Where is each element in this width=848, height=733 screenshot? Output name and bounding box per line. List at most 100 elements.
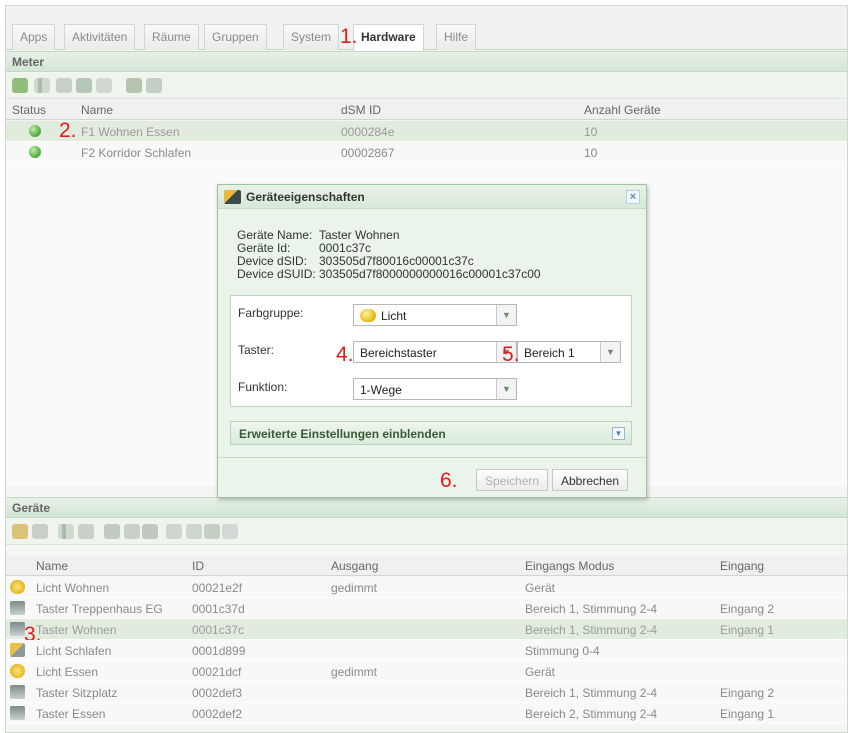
annotation-marker-1: 1. [340, 25, 358, 48]
switch-icon [10, 706, 25, 720]
meter-count: 10 [584, 125, 598, 139]
device-ausgang: gedimmt [331, 581, 378, 595]
signal-icon[interactable] [58, 524, 74, 539]
meter-row[interactable]: F1 Wohnen Essen 0000284e 10 [6, 121, 847, 142]
device-row[interactable]: Taster Sitzplatz 0002def3 Bereich 1, Sti… [6, 682, 847, 703]
settings-icon[interactable] [78, 524, 94, 539]
search-icon[interactable] [96, 78, 112, 93]
tab-system[interactable]: System [283, 24, 340, 50]
device-row[interactable]: Licht Essen 00021dcf gedimmt Gerät [6, 661, 847, 682]
funktion-select[interactable]: 1-Wege ▼ [353, 378, 517, 400]
main-tabs: Apps Aktivitäten Räume Gruppen System Ha… [6, 6, 847, 51]
device-row[interactable]: Licht Wohnen 00021e2f gedimmt Gerät [6, 577, 847, 598]
switch-icon [10, 685, 25, 699]
chevron-down-icon[interactable]: ▼ [496, 305, 516, 325]
tab-hilfe[interactable]: Hilfe [436, 24, 477, 50]
device-eingang: Eingang 2 [720, 686, 775, 700]
advanced-settings-toggle[interactable]: Erweiterte Einstellungen einblenden ▼ [230, 421, 632, 445]
chevron-down-icon[interactable]: ▼ [496, 379, 516, 399]
cancel-button[interactable]: Abbrechen [552, 469, 629, 491]
col-name[interactable]: Name [36, 559, 68, 573]
bereich-value: Bereich 1 [524, 346, 575, 360]
tab-apps[interactable]: Apps [12, 24, 56, 50]
tag-icon[interactable] [32, 524, 48, 539]
device-row[interactable]: Taster Essen 0002def2 Bereich 2, Stimmun… [6, 703, 847, 724]
folder-icon[interactable] [186, 524, 202, 539]
device-name: Licht Essen [36, 665, 99, 679]
meter-dsm-id: 0000284e [341, 125, 395, 139]
geraete-panel-title: Geräte [6, 497, 847, 518]
meter-name: F2 Korridor Schlafen [81, 146, 192, 160]
col-id[interactable]: ID [192, 559, 204, 573]
dialog-titlebar[interactable]: Geräteeigenschaften × [218, 185, 646, 209]
annotation-marker-5: 5. [502, 343, 520, 366]
info-value: 303505d7f80016c00001c37c [319, 254, 474, 268]
advanced-label: Erweiterte Einstellungen einblenden [239, 427, 446, 441]
light-icon [10, 580, 25, 594]
meter-dsm-id: 00002867 [341, 146, 395, 160]
settings-icon[interactable] [56, 78, 72, 93]
device-row[interactable]: Licht Schlafen 0001d899 Stimmung 0-4 [6, 640, 847, 661]
device-id: 0002def2 [192, 707, 243, 721]
device-name: Taster Wohnen [36, 623, 117, 637]
transfer-icon[interactable] [76, 78, 92, 93]
device-row-selected[interactable]: Taster Wohnen 0001c37c Bereich 1, Stimmu… [6, 619, 847, 640]
device-ausgang: gedimmt [331, 665, 378, 679]
settings-fieldset: Farbgruppe: Licht ▼ Taster: Bereichstast… [230, 295, 632, 407]
edit-meter-icon[interactable] [126, 78, 142, 93]
export-icon[interactable] [204, 524, 220, 539]
meter-grid-header: Status Name dSM ID Anzahl Geräte [6, 100, 847, 120]
device-eingang: Eingang 2 [720, 602, 775, 616]
device-name: Taster Essen [36, 707, 106, 721]
col-anzahl[interactable]: Anzahl Geräte [584, 103, 661, 117]
meter-toolbar [6, 73, 847, 99]
funktion-label: Funktion: [238, 380, 288, 394]
device-id: 0001c37c [192, 623, 245, 637]
meter-count: 10 [584, 146, 598, 160]
taster-value: Bereichstaster [360, 346, 437, 360]
switch-icon [10, 601, 25, 615]
device-id: 0001c37d [192, 602, 245, 616]
tab-aktivitaeten[interactable]: Aktivitäten [64, 24, 136, 50]
funktion-value: 1-Wege [360, 383, 402, 397]
device-row[interactable]: Taster Treppenhaus EG 0001c37d Bereich 1… [6, 598, 847, 619]
info-value: 0001c37c [319, 241, 372, 255]
chart-icon[interactable] [142, 524, 158, 539]
add-meter-icon[interactable] [12, 78, 28, 93]
tab-gruppen[interactable]: Gruppen [204, 24, 267, 50]
device-modus: Bereich 1, Stimmung 2-4 [525, 686, 658, 700]
light-icon[interactable] [12, 524, 28, 539]
col-status[interactable]: Status [12, 103, 46, 117]
col-dsm-id[interactable]: dSM ID [341, 103, 381, 117]
chevron-down-icon[interactable]: ▼ [600, 342, 620, 362]
bereich-select[interactable]: Bereich 1 ▼ [517, 341, 621, 363]
device-name: Taster Treppenhaus EG [36, 602, 163, 616]
device-id: 00021e2f [192, 581, 243, 595]
device-id: 0002def3 [192, 686, 243, 700]
export-icon[interactable] [146, 78, 162, 93]
gear-icon[interactable] [124, 524, 140, 539]
tools-icon[interactable] [166, 524, 182, 539]
light-icon [10, 664, 25, 678]
tab-raeume[interactable]: Räume [144, 24, 199, 50]
col-eingang[interactable]: Eingang [720, 559, 764, 573]
tab-hardware[interactable]: Hardware [353, 24, 424, 51]
save-button[interactable]: Speichern [476, 469, 549, 491]
farbgruppe-select[interactable]: Licht ▼ [353, 304, 517, 326]
col-name[interactable]: Name [81, 103, 113, 117]
close-icon[interactable]: × [626, 190, 640, 204]
taster-select[interactable]: Bereichstaster ▼ [353, 341, 517, 363]
geraete-grid-header: Name ID Ausgang Eingangs Modus Eingang [6, 556, 847, 576]
grid-icon[interactable] [104, 524, 120, 539]
meter-row[interactable]: F2 Korridor Schlafen 00002867 10 [6, 142, 847, 163]
col-eingangs-modus[interactable]: Eingangs Modus [525, 559, 614, 573]
device-name: Taster Sitzplatz [36, 686, 118, 700]
pencil-icon[interactable] [222, 524, 238, 539]
device-eingang: Eingang 1 [720, 707, 775, 721]
signal-icon[interactable] [34, 78, 50, 93]
status-ok-icon [29, 146, 41, 158]
chevron-down-icon[interactable]: ▼ [612, 427, 625, 440]
col-ausgang[interactable]: Ausgang [331, 559, 378, 573]
meter-panel-title: Meter [6, 51, 847, 72]
taster-label: Taster: [238, 343, 275, 357]
